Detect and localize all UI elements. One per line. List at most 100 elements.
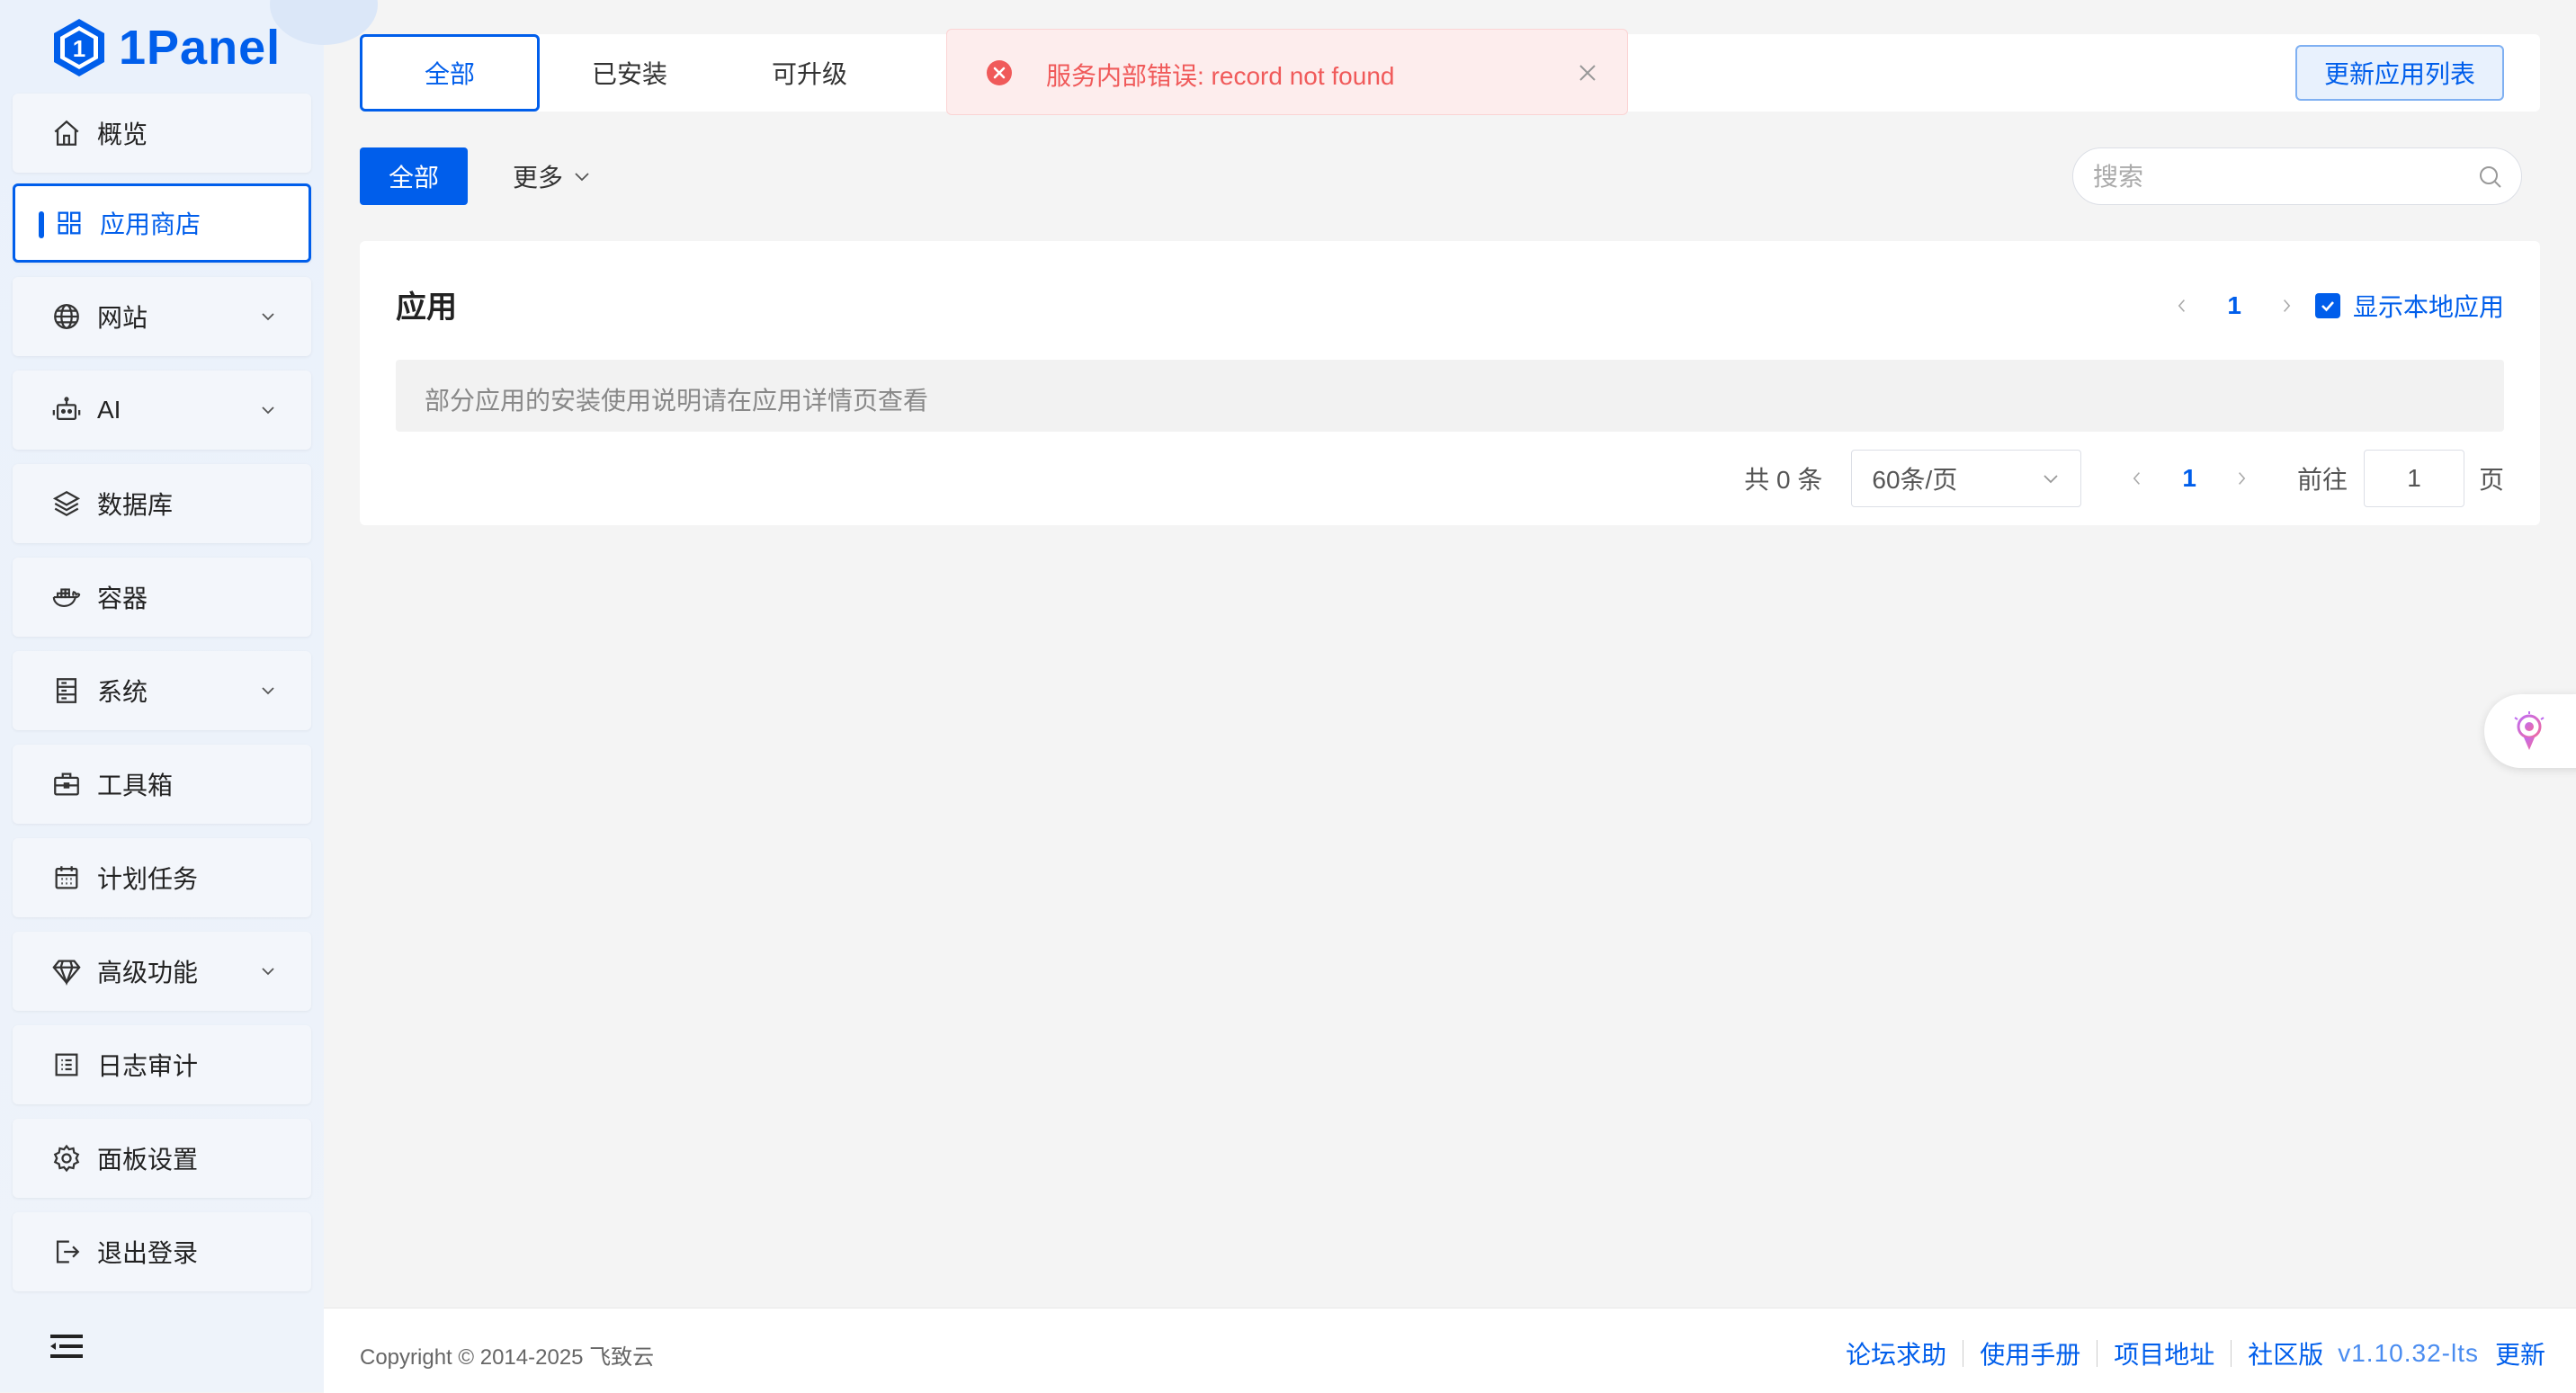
page-size-value: 60条/页	[1872, 466, 1958, 494]
sidebar-item-label: 容器	[97, 585, 148, 612]
prev-page-icon[interactable]	[2128, 468, 2146, 489]
sidebar-item-database[interactable]: 数据库	[13, 464, 311, 543]
close-icon[interactable]	[1577, 62, 1598, 84]
notice-text: 部分应用的安装使用说明请在应用详情页查看	[425, 387, 929, 415]
calendar-icon	[50, 862, 83, 894]
sidebar-item-system[interactable]: 系统	[13, 651, 311, 730]
sidebar-item-log-audit[interactable]: 日志审计	[13, 1025, 311, 1104]
sidebar-item-app-store[interactable]: 应用商店	[13, 183, 311, 263]
next-page-icon[interactable]	[2232, 468, 2250, 489]
sidebar-item-label: 计划任务	[97, 865, 199, 893]
sidebar-item-settings[interactable]: 面板设置	[13, 1119, 311, 1198]
toast-message: 服务内部错误: record not found	[1046, 62, 1395, 90]
sidebar-item-toolbox[interactable]: 工具箱	[13, 745, 311, 824]
divider	[2231, 1340, 2232, 1367]
chevron-down-icon	[262, 406, 274, 415]
next-page-icon[interactable]	[2277, 295, 2295, 317]
diamond-icon	[50, 955, 83, 987]
goto-page-input[interactable]: 1	[2363, 450, 2464, 507]
search-icon[interactable]	[2478, 165, 2503, 190]
gear-icon	[50, 1142, 83, 1174]
server-icon	[50, 674, 83, 707]
tab-label: 可升级	[771, 60, 847, 88]
prev-page-icon[interactable]	[2173, 295, 2191, 317]
sidebar-item-label: 工具箱	[97, 772, 174, 799]
footer-links: 论坛求助 使用手册 项目地址 社区版 v1.10.32-lts 更新	[1846, 1335, 2545, 1371]
goto-label: 前往	[2296, 466, 2348, 494]
version-label[interactable]: v1.10.32-lts	[2338, 1339, 2479, 1368]
active-indicator	[39, 211, 44, 238]
sidebar-item-logout[interactable]: 退出登录	[13, 1212, 311, 1291]
forum-link[interactable]: 论坛求助	[1846, 1335, 1946, 1371]
toolbox-icon	[50, 768, 83, 800]
chevron-down-icon	[575, 173, 589, 182]
pagination: 共 0 条 60条/页 1 前往 1 页	[1744, 450, 2504, 507]
footer: Copyright © 2014-2025 飞致云 论坛求助 使用手册 项目地址…	[324, 1308, 2576, 1393]
total-count: 共 0 条	[1744, 466, 1823, 494]
chevron-down-icon	[2044, 475, 2059, 484]
top-pager: 1 显示本地应用	[2173, 288, 2504, 324]
svg-text:1: 1	[73, 35, 85, 62]
sidebar-item-label: 面板设置	[97, 1146, 199, 1174]
project-link[interactable]: 项目地址	[2114, 1335, 2214, 1371]
search-input[interactable]	[2091, 159, 2455, 195]
check-icon	[2321, 301, 2334, 312]
search-box	[2072, 147, 2522, 205]
logout-icon	[50, 1236, 83, 1268]
lightbulb-icon	[2514, 711, 2545, 750]
sidebar-item-label: 网站	[97, 304, 148, 332]
logo-text: 1Panel	[119, 21, 282, 75]
sidebar-item-ai[interactable]: AI	[13, 371, 311, 450]
current-page[interactable]: 1	[2182, 464, 2196, 493]
sidebar-item-container[interactable]: 容器	[13, 558, 311, 637]
chevron-down-icon	[262, 687, 274, 695]
collapse-menu-icon[interactable]	[49, 1333, 85, 1365]
robot-icon	[50, 394, 83, 426]
filter-more-dropdown[interactable]: 更多	[513, 158, 592, 194]
tab-label: 全部	[424, 60, 475, 88]
globe-icon	[50, 300, 83, 333]
log-icon	[50, 1049, 83, 1081]
sidebar-item-label: 概览	[97, 121, 148, 148]
sidebar-item-advanced[interactable]: 高级功能	[13, 932, 311, 1011]
install-notice: 部分应用的安装使用说明请在应用详情页查看	[396, 360, 2504, 432]
chevron-down-icon	[262, 313, 274, 321]
tab-label: 已安装	[591, 60, 667, 88]
logo-hexagon-icon: 1	[54, 19, 104, 76]
filter-all-button[interactable]: 全部	[360, 147, 468, 205]
card-title: 应用	[396, 290, 457, 325]
sidebar-item-label: 系统	[97, 678, 148, 706]
sidebar-item-label: 日志审计	[97, 1052, 199, 1080]
show-local-label[interactable]: 显示本地应用	[2353, 288, 2504, 324]
tab-installed[interactable]: 已安装	[540, 34, 720, 112]
sidebar-item-label: 数据库	[97, 491, 174, 519]
sidebar-item-label: AI	[97, 396, 121, 424]
docker-icon	[50, 581, 83, 613]
update-link[interactable]: 更新	[2495, 1335, 2545, 1371]
tab-all[interactable]: 全部	[360, 34, 540, 112]
app-logo[interactable]: 1 1Panel	[50, 16, 281, 79]
sidebar-item-label: 高级功能	[97, 959, 199, 987]
current-page[interactable]: 1	[2227, 291, 2241, 320]
manual-link[interactable]: 使用手册	[1980, 1335, 2080, 1371]
sidebar-item-label: 退出登录	[97, 1239, 199, 1267]
layers-icon	[50, 487, 83, 520]
error-toast: 服务内部错误: record not found	[946, 29, 1628, 115]
chevron-down-icon	[262, 968, 274, 976]
sidebar-item-label: 应用商店	[100, 210, 201, 238]
sidebar-item-website[interactable]: 网站	[13, 277, 311, 356]
filter-more-label: 更多	[513, 164, 564, 192]
grid-icon	[53, 207, 85, 239]
error-circle-icon	[987, 60, 1012, 85]
home-icon	[50, 117, 83, 149]
sidebar: 1 1Panel 概览 应用商店 网站 AI 数据库 容器 系统 工具箱 计划任…	[0, 0, 378, 1392]
edition-link[interactable]: 社区版	[2248, 1335, 2323, 1371]
page-size-select[interactable]: 60条/页	[1851, 450, 2082, 507]
update-app-list-button[interactable]: 更新应用列表	[2295, 45, 2504, 101]
tab-upgradable[interactable]: 可升级	[720, 34, 899, 112]
show-local-checkbox[interactable]	[2314, 293, 2340, 318]
copyright-text: Copyright © 2014-2025 飞致云	[360, 1345, 655, 1370]
assistant-float-button[interactable]	[2484, 694, 2576, 768]
sidebar-item-cron[interactable]: 计划任务	[13, 838, 311, 917]
sidebar-item-overview[interactable]: 概览	[13, 94, 311, 173]
